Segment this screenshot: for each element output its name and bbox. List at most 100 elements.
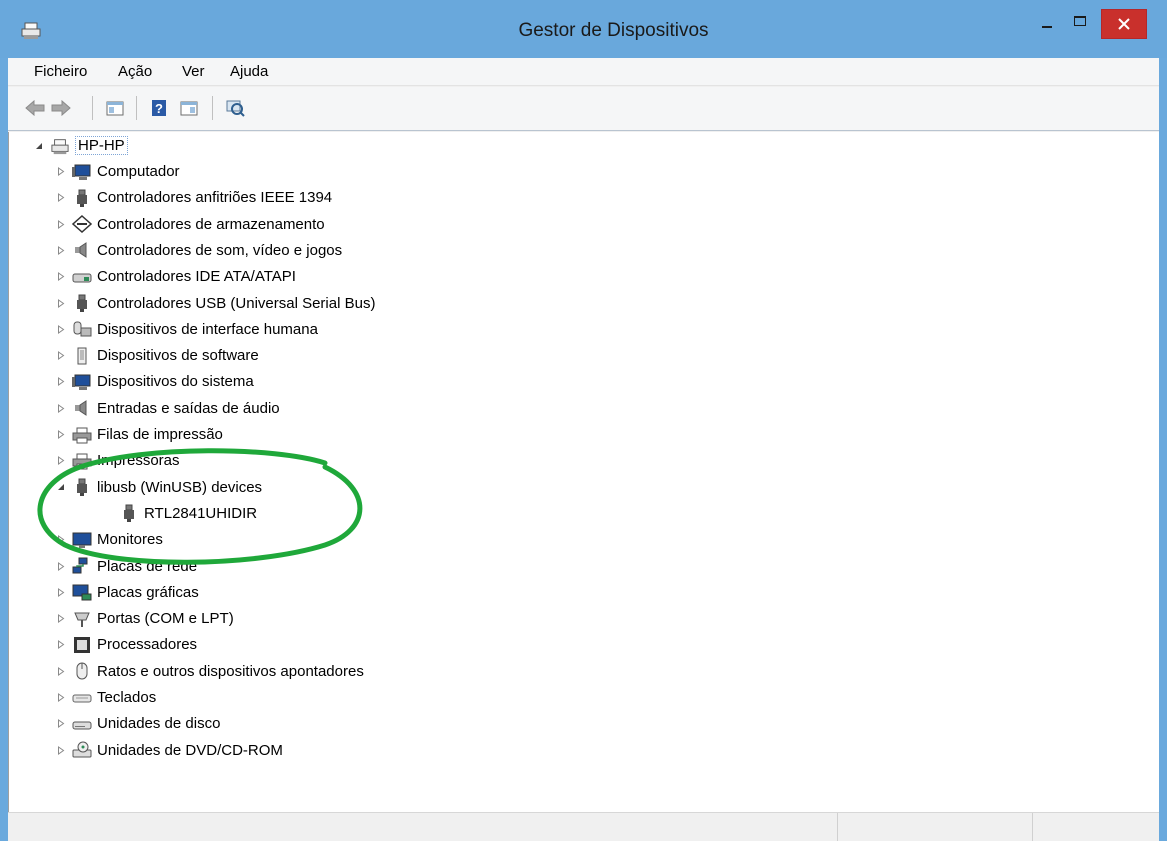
tree-category-item[interactable]: Controladores USB (Universal Serial Bus) [55, 291, 375, 316]
menu-ajuda[interactable]: Ajuda [230, 63, 268, 80]
tree-category-item[interactable]: Placas gráficas [55, 580, 199, 605]
console-tree-icon [106, 101, 124, 116]
expanded-arrow-icon[interactable] [33, 140, 45, 152]
close-button[interactable] [1101, 9, 1147, 39]
tree-item-label: Unidades de disco [97, 715, 221, 733]
keyboard-icon [72, 688, 92, 708]
scan-hardware-changes-button[interactable] [224, 97, 246, 119]
tree-category-item[interactable]: Dispositivos de interface humana [55, 317, 318, 342]
collapsed-arrow-icon[interactable] [55, 429, 67, 441]
tree-category-item[interactable]: Processadores [55, 632, 197, 657]
tree-item-label: Controladores anfitriões IEEE 1394 [97, 189, 333, 207]
close-icon [1118, 18, 1130, 30]
tree-item-label: Controladores de armazenamento [97, 215, 325, 233]
tree-item-label: Dispositivos do sistema [97, 373, 254, 391]
processor-icon [72, 635, 92, 655]
collapsed-arrow-icon[interactable] [55, 718, 67, 730]
collapsed-arrow-icon[interactable] [55, 639, 67, 651]
collapsed-arrow-icon[interactable] [55, 402, 67, 414]
maximize-button[interactable] [1064, 9, 1096, 39]
storage-controller-icon [72, 214, 92, 234]
tree-category-item[interactable]: Dispositivos de software [55, 343, 259, 368]
tree-category-item[interactable]: Computador [55, 159, 180, 184]
collapsed-arrow-icon[interactable] [55, 271, 67, 283]
scan-hardware-icon [226, 100, 245, 117]
tree-category-item[interactable]: Ratos e outros dispositivos apontadores [55, 659, 364, 684]
menu-ficheiro[interactable]: Ficheiro [34, 63, 87, 80]
forward-button[interactable] [50, 97, 72, 119]
printer-icon [72, 425, 92, 445]
menu-ver[interactable]: Ver [182, 63, 205, 80]
tree-category-item[interactable]: Teclados [55, 685, 156, 710]
toolbar: ? [8, 87, 1159, 131]
collapsed-arrow-icon[interactable] [55, 192, 67, 204]
tree-item-label: Dispositivos de software [97, 347, 259, 365]
software-device-icon [72, 346, 92, 366]
ide-controller-icon [72, 267, 92, 287]
collapsed-arrow-icon[interactable] [55, 744, 67, 756]
window-title: Gestor de Dispositivos [518, 20, 709, 41]
disk-drive-icon [72, 714, 92, 734]
computer-host-icon [50, 136, 70, 156]
tree-item-label: Controladores de som, vídeo e jogos [97, 241, 343, 259]
tree-category-item[interactable]: Controladores IDE ATA/ATAPI [55, 264, 296, 289]
tree-item-label: Teclados [97, 689, 157, 706]
tree-item-label: Controladores USB (Universal Serial Bus) [97, 294, 376, 312]
help-icon: ? [152, 100, 166, 116]
status-bar [8, 812, 1159, 841]
tree-category-item[interactable]: Controladores de armazenamento [55, 212, 325, 237]
svg-text:?: ? [155, 101, 163, 116]
collapsed-arrow-icon[interactable] [55, 613, 67, 625]
tree-root-label: HP-HP [75, 136, 128, 155]
collapsed-arrow-icon[interactable] [55, 323, 67, 335]
collapsed-arrow-icon[interactable] [55, 665, 67, 677]
collapsed-arrow-icon[interactable] [55, 218, 67, 230]
collapsed-arrow-icon[interactable] [55, 350, 67, 362]
tree-category-item[interactable]: Controladores de som, vídeo e jogos [55, 238, 342, 263]
tree-item-label: Unidades de DVD/CD-ROM [97, 741, 283, 759]
tree-item-label: Entradas e saídas de áudio [97, 399, 280, 417]
collapsed-arrow-icon[interactable] [55, 586, 67, 598]
usb-plug-icon [72, 293, 92, 313]
tree-category-item[interactable]: Portas (COM e LPT) [55, 606, 234, 631]
collapsed-arrow-icon[interactable] [55, 692, 67, 704]
tree-category-item[interactable]: Filas de impressão [55, 422, 223, 447]
usb-plug-icon [72, 188, 92, 208]
mouse-icon [72, 661, 92, 681]
show-hide-console-tree-button[interactable] [104, 97, 126, 119]
back-arrow-icon [25, 100, 45, 116]
tree-root[interactable]: HP-HP [33, 133, 128, 158]
collapsed-arrow-icon[interactable] [55, 244, 67, 256]
collapsed-arrow-icon[interactable] [55, 297, 67, 309]
back-button[interactable] [24, 97, 46, 119]
tree-category-item[interactable]: Unidades de DVD/CD-ROM [55, 738, 283, 763]
tree-category-item[interactable]: Entradas e saídas de áudio [55, 396, 280, 421]
port-icon [72, 609, 92, 629]
help-button[interactable]: ? [148, 97, 170, 119]
status-bar-divider [1032, 813, 1033, 841]
speaker-icon [72, 398, 92, 418]
collapsed-arrow-icon[interactable] [55, 166, 67, 178]
maximize-icon [1074, 16, 1086, 26]
tree-item-label: Computador [97, 163, 180, 180]
action-pane-icon [180, 101, 198, 116]
tree-item-label: Placas gráficas [97, 583, 199, 601]
show-action-pane-button[interactable] [178, 97, 200, 119]
menu-acao[interactable]: Ação [118, 63, 152, 80]
minimize-button[interactable] [1030, 9, 1064, 39]
dvd-drive-icon [72, 740, 92, 760]
tree-item-label: Processadores [97, 636, 198, 654]
forward-arrow-icon [51, 100, 71, 116]
tree-item-label: Filas de impressão [97, 426, 223, 443]
toolbar-separator [136, 96, 137, 120]
speaker-icon [72, 240, 92, 260]
tree-item-label: Dispositivos de interface humana [97, 320, 318, 338]
collapsed-arrow-icon[interactable] [55, 376, 67, 388]
status-bar-divider [837, 813, 838, 841]
tree-category-item[interactable]: Controladores anfitriões IEEE 1394 [55, 185, 332, 210]
tree-category-item[interactable]: Dispositivos do sistema [55, 369, 254, 394]
annotation-highlight-ellipse [37, 448, 363, 565]
hid-icon [72, 319, 92, 339]
title-bar[interactable]: Gestor de Dispositivos [0, 0, 1167, 58]
tree-category-item[interactable]: Unidades de disco [55, 711, 220, 736]
